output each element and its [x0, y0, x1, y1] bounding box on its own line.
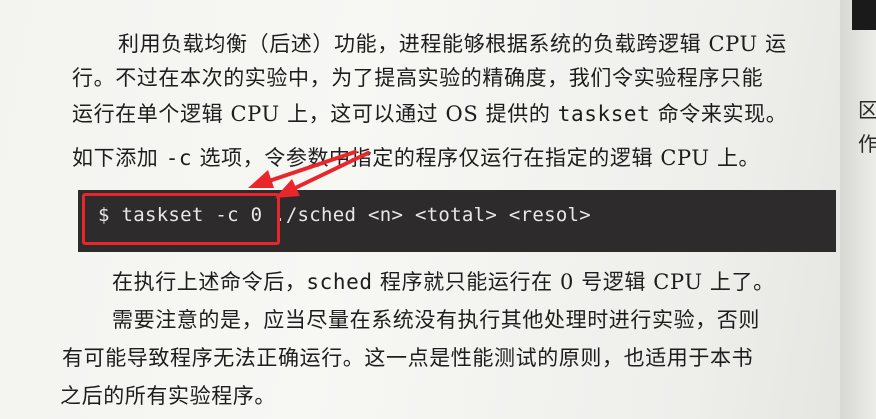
adjacent-page-char-1: 区: [858, 98, 876, 122]
adjacent-page-edge: [840, 0, 876, 419]
adjacent-page-char-2: 作: [858, 132, 876, 156]
adjacent-page-dark-corner: [852, 0, 876, 30]
arrow-upper: [248, 150, 357, 188]
annotation-arrows: [248, 150, 370, 198]
book-page: 利用负载均衡（后述）功能，进程能够根据系统的负载跨逻辑 CPU 运 行。不过在本…: [0, 0, 836, 419]
